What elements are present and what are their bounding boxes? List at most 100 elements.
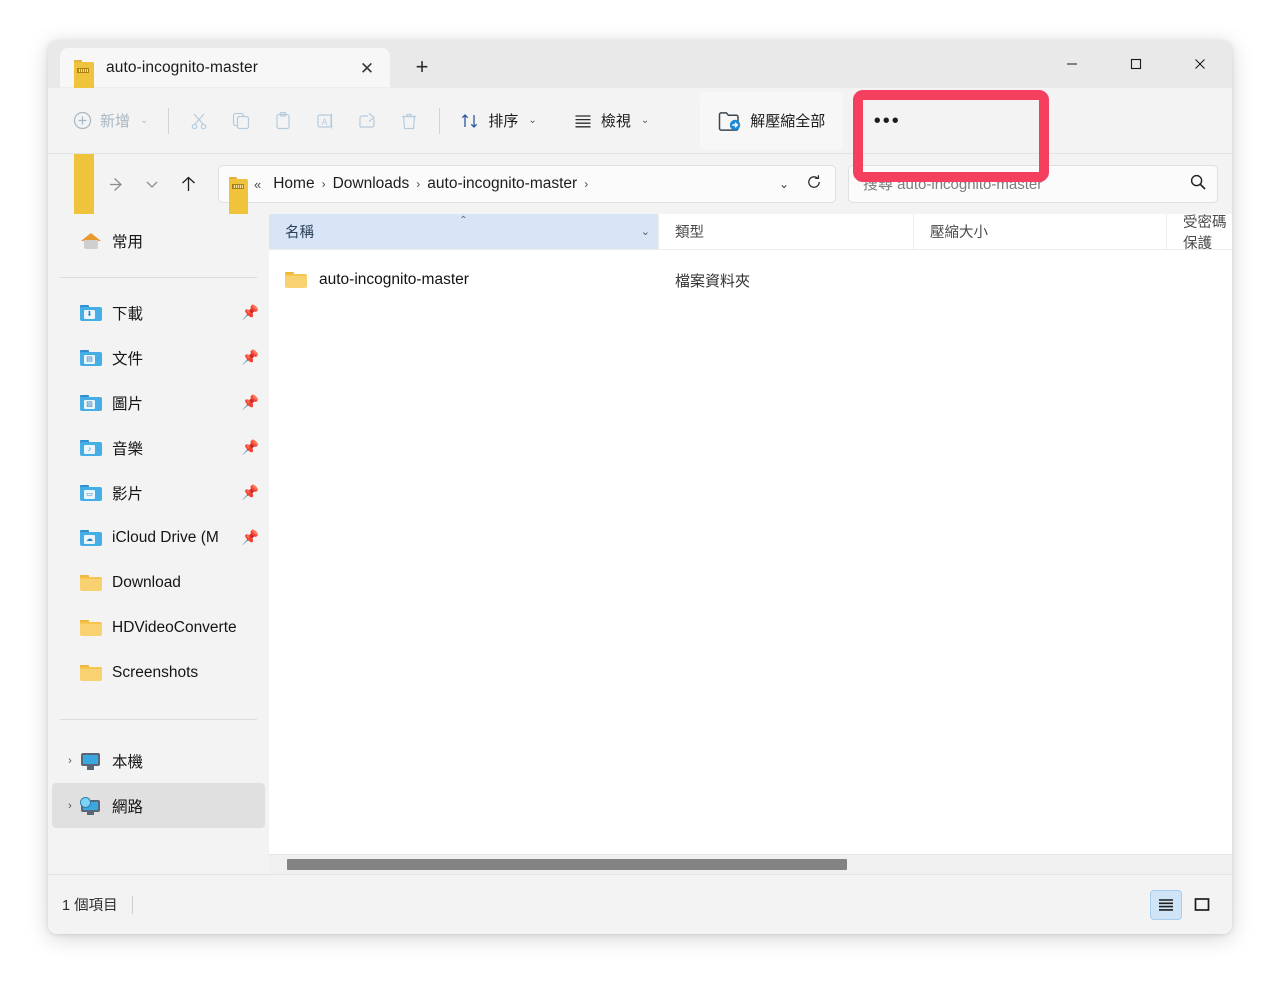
sort-button[interactable]: 排序 ⌄ — [449, 102, 547, 140]
search-box[interactable] — [848, 165, 1218, 203]
sidebar-item-documents[interactable]: ▤ 文件 📌 — [52, 335, 265, 380]
up-button[interactable] — [170, 166, 206, 202]
sort-icon — [462, 113, 478, 128]
search-input[interactable] — [863, 175, 1189, 193]
sidebar-item-downloads[interactable]: ⬇ 下載 📌 — [52, 290, 265, 335]
details-view-button[interactable] — [1150, 889, 1182, 920]
new-button[interactable]: 新增 ⌄ — [62, 102, 159, 140]
blue-folder-videos-icon: ▭ — [80, 484, 102, 502]
pin-icon[interactable]: 📌 — [242, 529, 259, 546]
sidebar-item-icloud-drive[interactable]: ☁ iCloud Drive (M 📌 — [52, 515, 265, 560]
new-tab-button[interactable]: + — [406, 52, 438, 82]
sidebar-item-label: iCloud Drive (M — [112, 528, 219, 546]
forward-button[interactable] — [98, 166, 134, 202]
status-bar: 1 個項目 — [48, 874, 1232, 934]
delete-button[interactable] — [388, 102, 430, 140]
pin-icon[interactable]: 📌 — [242, 394, 259, 411]
sidebar-item-videos[interactable]: ▭ 影片 📌 — [52, 470, 265, 515]
pin-icon[interactable]: 📌 — [242, 484, 259, 501]
recent-locations-button[interactable] — [134, 166, 170, 202]
file-list-pane: ⌃ 名稱 ⌄ 類型 壓縮大小 受密碼保護 auto-incognito-mast… — [269, 214, 1232, 874]
large-icons-view-button[interactable] — [1186, 890, 1218, 920]
title-bar: auto-incognito-master ✕ + — [48, 40, 1232, 722]
blue-folder-music-icon: ♪ — [80, 439, 102, 457]
extract-all-button[interactable]: 解壓縮全部 — [700, 91, 844, 150]
sidebar-item-pictures[interactable]: ▨ 圖片 📌 — [52, 380, 265, 425]
sidebar-item-download[interactable]: Download — [52, 560, 265, 605]
rename-button[interactable]: A — [304, 102, 346, 140]
address-bar-row: « Home › Downloads › auto-incognito-mast… — [48, 154, 1232, 839]
sort-button-label: 排序 — [488, 113, 519, 130]
arrow-right-icon — [109, 177, 122, 191]
breadcrumb-item-downloads[interactable]: Downloads — [328, 172, 415, 196]
column-header-type[interactable]: 類型 — [659, 214, 914, 249]
refresh-button[interactable] — [799, 174, 829, 194]
file-name-label: auto-incognito-master — [319, 271, 469, 288]
chevron-down-icon: ⌄ — [640, 115, 650, 126]
paste-button[interactable] — [262, 102, 304, 140]
pin-icon[interactable]: 📌 — [242, 304, 259, 321]
sidebar-item-home[interactable]: 常用 — [52, 218, 265, 263]
zip-folder-icon — [74, 59, 94, 722]
sidebar-item-hdvideoconverter[interactable]: HDVideoConverte — [52, 605, 265, 650]
breadcrumb-item-current[interactable]: auto-incognito-master — [422, 172, 582, 196]
column-header-label: 名稱 — [285, 225, 314, 241]
minimize-button[interactable] — [1040, 40, 1104, 88]
column-header-password-protected[interactable]: 受密碼保護 — [1167, 214, 1232, 252]
rename-icon: A — [317, 113, 333, 128]
view-list-icon — [575, 114, 591, 127]
blue-folder-pictures-icon: ▨ — [80, 394, 102, 412]
breadcrumb-overflow[interactable]: « — [254, 177, 261, 192]
window-controls — [1040, 40, 1232, 88]
chevron-down-icon: ⌄ — [140, 115, 149, 126]
folder-extract-icon — [718, 111, 741, 131]
network-icon — [80, 796, 102, 815]
extract-all-label: 解壓縮全部 — [750, 113, 826, 130]
sidebar-item-this-pc[interactable]: › 本機 — [52, 738, 265, 783]
close-tab-button[interactable]: ✕ — [352, 54, 382, 82]
table-row[interactable]: auto-incognito-master 檔案資料夾 — [269, 260, 1232, 300]
cut-button[interactable] — [178, 102, 220, 140]
pin-icon[interactable]: 📌 — [242, 439, 259, 456]
search-icon[interactable] — [1189, 173, 1207, 196]
arrow-up-icon — [181, 176, 195, 191]
refresh-icon — [808, 175, 820, 188]
sidebar-item-music[interactable]: ♪ 音樂 📌 — [52, 425, 265, 470]
view-button[interactable]: 檢視 ⌄ — [562, 102, 660, 140]
breadcrumb-dropdown-icon[interactable]: ⌄ — [769, 177, 799, 191]
maximize-button[interactable] — [1104, 40, 1168, 88]
sidebar-item-label: 本機 — [112, 753, 144, 771]
column-header-row: ⌃ 名稱 ⌄ 類型 壓縮大小 受密碼保護 — [269, 214, 1232, 252]
more-options-button[interactable]: ••• — [867, 102, 907, 140]
tab-title: auto-incognito-master — [106, 59, 259, 76]
copy-icon — [233, 112, 250, 129]
sidebar-item-label: 圖片 — [112, 395, 144, 413]
sidebar-item-label: Screenshots — [112, 663, 199, 681]
horizontal-scrollbar-thumb[interactable] — [287, 859, 847, 870]
scissors-icon — [192, 113, 207, 129]
file-type-cell: 檔案資料夾 — [675, 272, 751, 290]
sidebar-item-label: 影片 — [112, 485, 144, 503]
column-header-name[interactable]: ⌃ 名稱 ⌄ — [269, 214, 659, 249]
expander-chevron-icon[interactable]: › — [60, 755, 80, 767]
horizontal-scrollbar[interactable] — [269, 854, 1232, 874]
command-toolbar: 新增 ⌄ A 排序 ⌄ 檢視 ⌄ 解壓縮全部 ••• — [48, 88, 1232, 182]
expander-chevron-icon[interactable]: › — [60, 800, 80, 812]
pin-icon[interactable]: 📌 — [242, 349, 259, 366]
column-dropdown-icon[interactable]: ⌄ — [641, 225, 650, 238]
column-header-compressed-size[interactable]: 壓縮大小 — [914, 214, 1167, 249]
home-icon — [80, 232, 102, 250]
close-window-button[interactable] — [1168, 40, 1232, 88]
share-icon — [359, 112, 376, 128]
column-header-label: 類型 — [675, 225, 704, 241]
share-button[interactable] — [346, 102, 388, 140]
file-name-cell: auto-incognito-master — [269, 271, 659, 289]
breadcrumb-item-home[interactable]: Home — [268, 172, 319, 196]
file-explorer-window: auto-incognito-master ✕ + 新增 ⌄ A 排序 ⌄ 檢視… — [48, 40, 1232, 934]
navigation-pane: 常用 ⬇ 下載 📌 ▤ 文件 📌 ▨ 圖片 📌 ♪ 音樂 📌 ▭ 影片 📌 ☁ … — [48, 214, 269, 874]
breadcrumb[interactable]: « Home › Downloads › auto-incognito-mast… — [218, 165, 836, 839]
tab-auto-incognito-master[interactable]: auto-incognito-master ✕ — [60, 48, 390, 722]
sidebar-item-network[interactable]: › 網路 — [52, 783, 265, 828]
sidebar-item-screenshots[interactable]: Screenshots — [52, 650, 265, 695]
copy-button[interactable] — [220, 102, 262, 140]
